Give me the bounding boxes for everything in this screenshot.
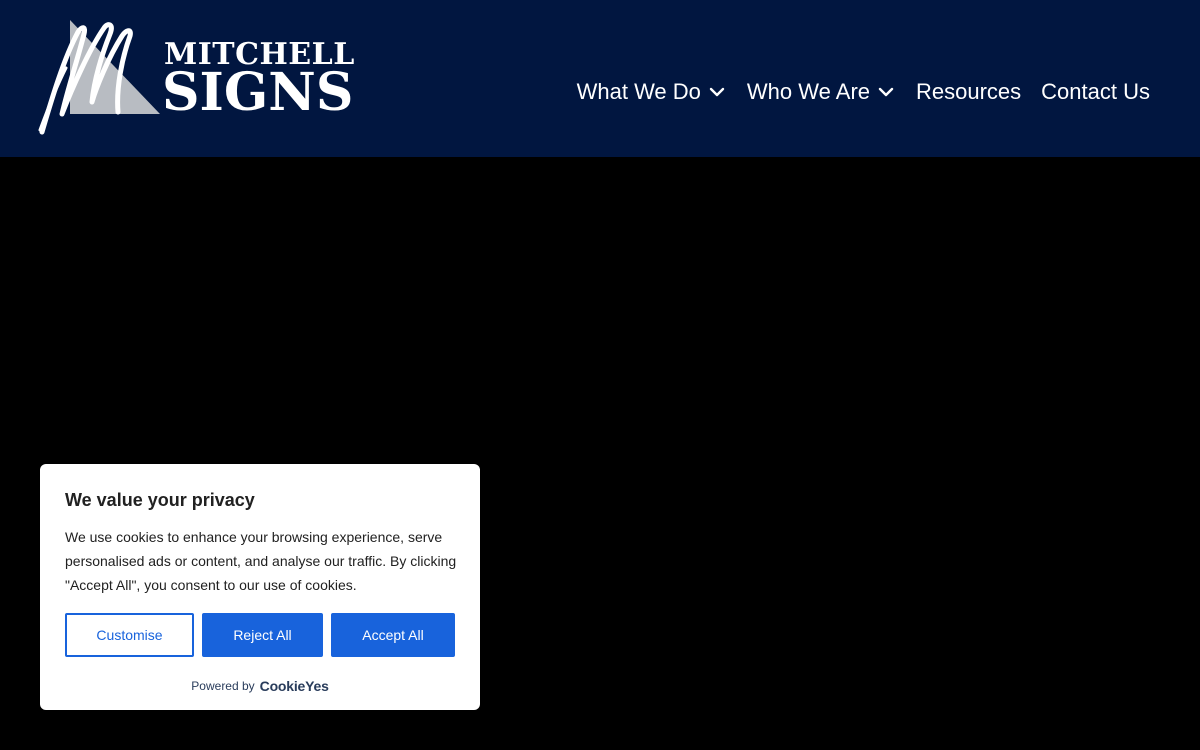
cookieyes-logo[interactable]: CookieYes [260,678,329,694]
main-nav: What We Do Who We Are Resources Contact … [577,72,1150,112]
nav-item-resources[interactable]: Resources [916,79,1021,105]
nav-item-what-we-do[interactable]: What We Do [577,79,727,105]
cookie-consent-banner: We value your privacy We use cookies to … [40,464,480,710]
cookie-banner-description: We use cookies to enhance your browsing … [65,529,457,593]
mitchell-signs-logo-icon [38,20,160,135]
nav-item-label: Who We Are [746,79,871,104]
accept-all-button[interactable]: Accept All [331,613,455,657]
nav-item-label: What We Do [576,79,701,104]
nav-item-label: Contact Us [1041,79,1150,104]
powered-by-label: Powered by [191,679,255,693]
reject-all-button[interactable]: Reject All [202,613,323,657]
nav-item-who-we-are[interactable]: Who We Are [747,79,896,105]
customise-button[interactable]: Customise [65,613,194,657]
site-header: MITCHELL SIGNS What We Do Who We Are Res… [0,0,1200,157]
nav-item-contact-us[interactable]: Contact Us [1041,79,1150,105]
nav-item-label: Resources [916,79,1022,104]
powered-by: Powered by CookieYes [40,678,480,694]
logo-text-signs: SIGNS [162,62,354,123]
site-logo[interactable]: MITCHELL SIGNS [38,18,358,136]
chevron-down-icon [709,87,725,97]
cookie-banner-title: We value your privacy [65,490,255,510]
chevron-down-icon [878,87,894,97]
